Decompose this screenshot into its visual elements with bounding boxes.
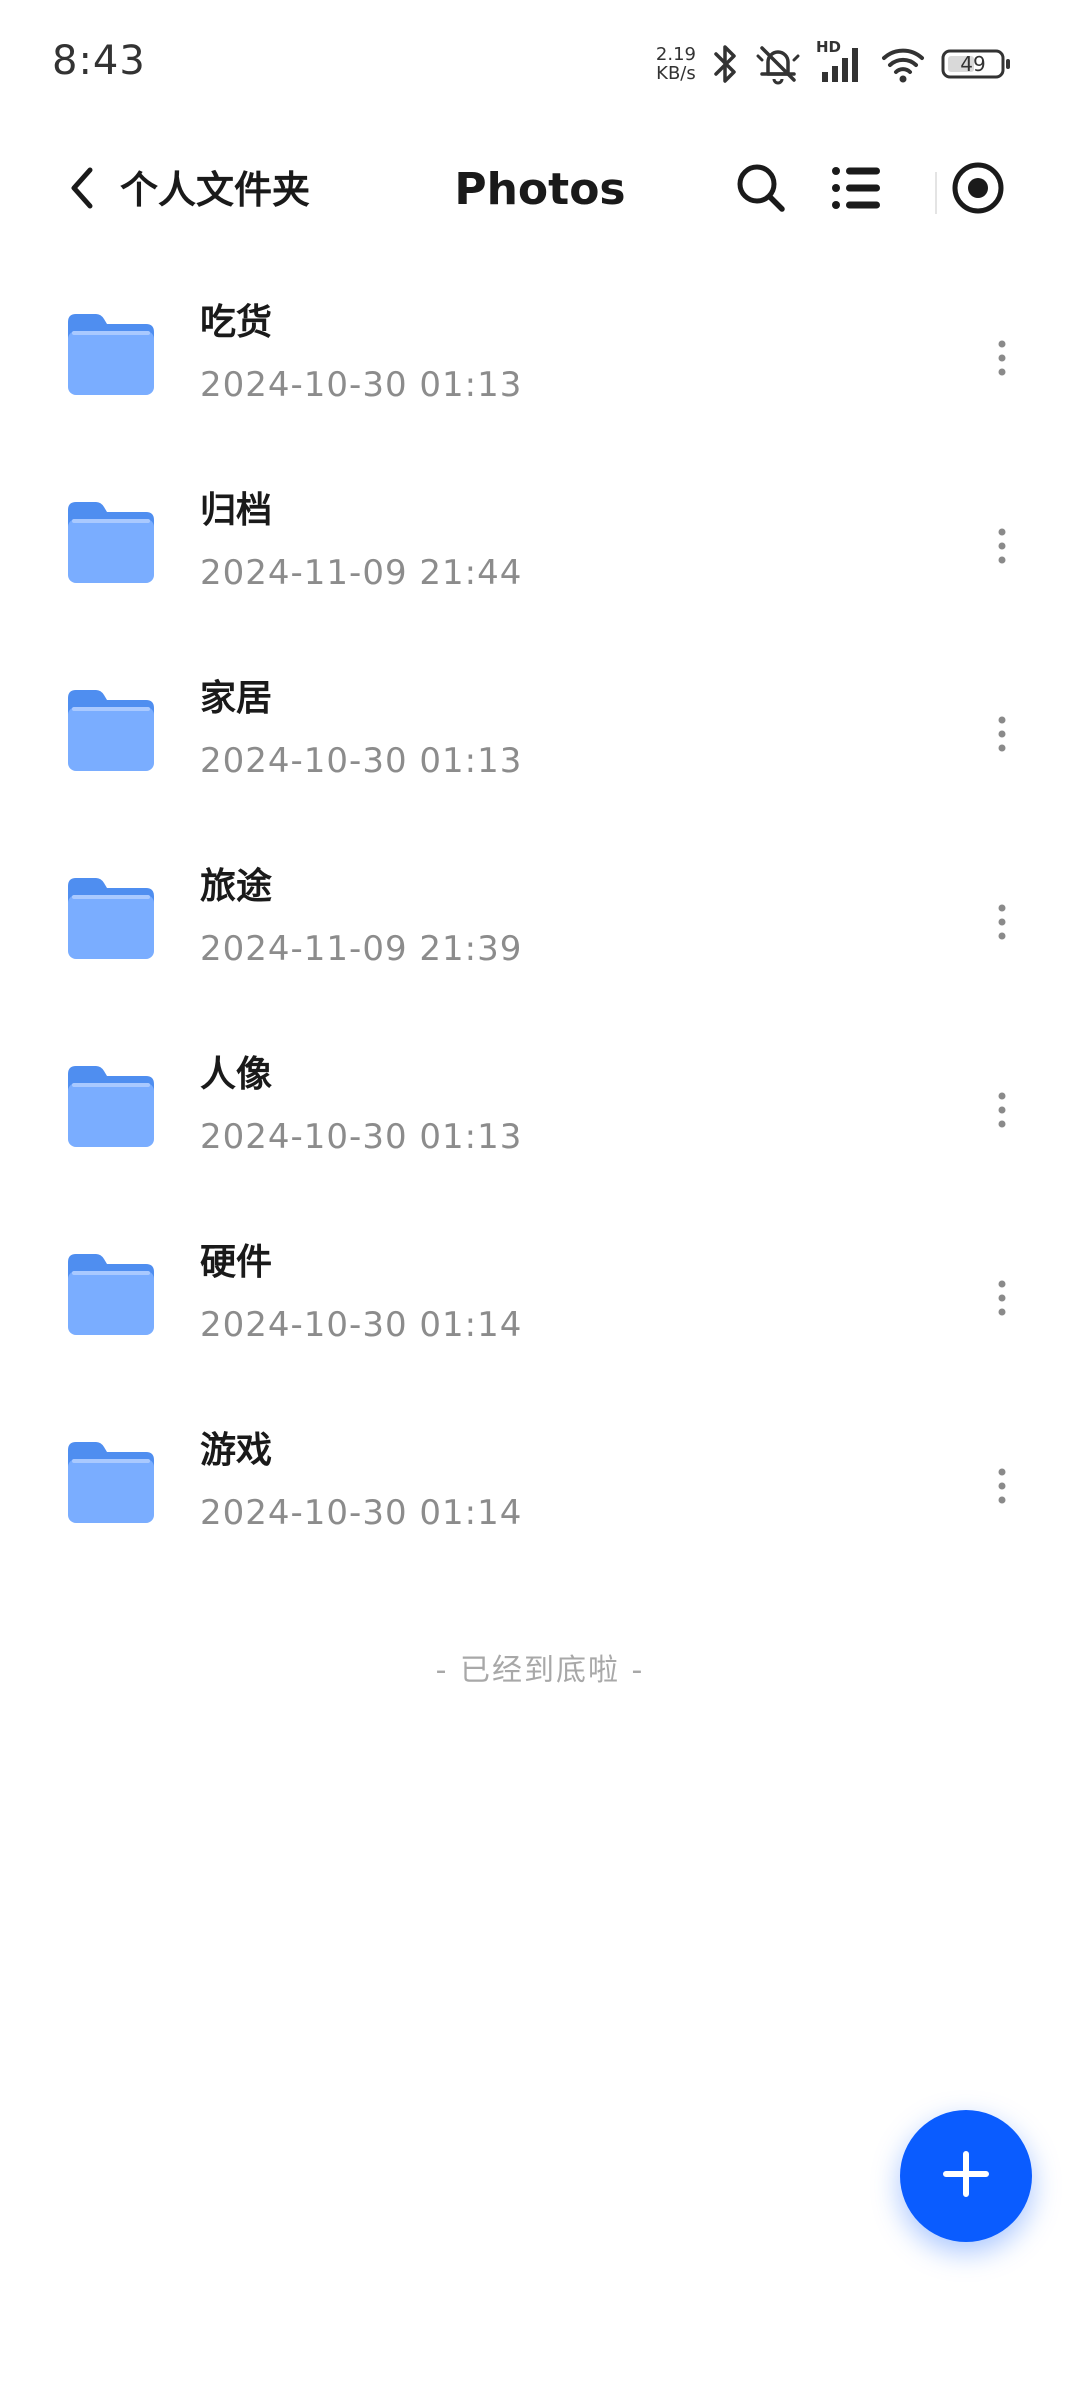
list-item[interactable]: 吃货 2024-10-30 01:13 <box>0 270 1080 458</box>
folder-date: 2024-10-30 01:13 <box>200 1117 523 1157</box>
folder-icon <box>64 1438 156 1528</box>
record-icon <box>950 160 1006 220</box>
search-icon <box>733 160 789 220</box>
more-vertical-icon <box>996 338 1008 382</box>
folder-date: 2024-10-30 01:13 <box>200 741 523 781</box>
folder-date: 2024-10-30 01:14 <box>200 1305 523 1345</box>
breadcrumb[interactable]: 个人文件夹 <box>120 160 310 220</box>
back-button[interactable] <box>52 148 112 232</box>
more-vertical-icon <box>996 526 1008 570</box>
list-item[interactable]: 人像 2024-10-30 01:13 <box>0 1022 1080 1210</box>
more-button[interactable] <box>972 1260 1032 1340</box>
more-button[interactable] <box>972 1072 1032 1152</box>
wifi-icon <box>880 42 926 86</box>
folder-name: 人像 <box>200 1054 273 1095</box>
folder-date: 2024-11-09 21:39 <box>200 929 523 969</box>
status-time: 8:43 <box>52 38 146 84</box>
folder-name: 旅途 <box>200 866 273 907</box>
list-item[interactable]: 归档 2024-11-09 21:44 <box>0 458 1080 646</box>
battery-level: 49 <box>960 52 986 76</box>
more-vertical-icon <box>996 714 1008 758</box>
folder-name: 硬件 <box>200 1242 273 1283</box>
folder-icon <box>64 498 156 588</box>
status-icons: 2.19 KB/s HD 49 <box>656 36 1012 92</box>
plus-icon <box>938 2146 994 2206</box>
list-item[interactable]: 旅途 2024-11-09 21:39 <box>0 834 1080 1022</box>
net-speed-unit: KB/s <box>656 63 696 84</box>
more-button[interactable] <box>972 696 1032 776</box>
list-item[interactable]: 游戏 2024-10-30 01:14 <box>0 1398 1080 1586</box>
more-vertical-icon <box>996 1466 1008 1510</box>
folder-name: 吃货 <box>200 302 273 343</box>
folder-name: 归档 <box>200 490 273 531</box>
folder-icon <box>64 874 156 964</box>
net-speed-indicator: 2.19 KB/s <box>656 45 696 83</box>
list-item[interactable]: 硬件 2024-10-30 01:14 <box>0 1210 1080 1398</box>
list-view-icon <box>828 162 884 218</box>
chevron-left-icon <box>66 164 98 216</box>
more-button[interactable] <box>972 1448 1032 1528</box>
folder-icon <box>64 686 156 776</box>
folder-list: 吃货 2024-10-30 01:13 归档 2024-11-09 21:44 … <box>0 270 1080 1586</box>
folder-date: 2024-10-30 01:13 <box>200 365 523 405</box>
folder-date: 2024-11-09 21:44 <box>200 553 523 593</box>
folder-date: 2024-10-30 01:14 <box>200 1493 523 1533</box>
record-button[interactable] <box>942 154 1014 226</box>
net-speed-value: 2.19 <box>655 44 696 65</box>
add-button[interactable] <box>900 2110 1032 2242</box>
folder-name: 游戏 <box>200 1430 273 1471</box>
more-vertical-icon <box>996 1090 1008 1134</box>
folder-icon <box>64 1062 156 1152</box>
battery-icon: 49 <box>940 46 1012 82</box>
folder-icon <box>64 310 156 400</box>
folder-icon <box>64 1250 156 1340</box>
mute-bell-icon <box>754 42 802 86</box>
header-divider <box>935 172 937 214</box>
bluetooth-icon <box>710 42 740 86</box>
folder-name: 家居 <box>200 678 273 719</box>
more-button[interactable] <box>972 884 1032 964</box>
more-button[interactable] <box>972 508 1032 588</box>
search-button[interactable] <box>725 154 797 226</box>
more-vertical-icon <box>996 1278 1008 1322</box>
signal-icon: HD <box>816 38 866 86</box>
end-of-list-text: - 已经到底啦 - <box>435 1653 645 1688</box>
list-item[interactable]: 家居 2024-10-30 01:13 <box>0 646 1080 834</box>
list-view-button[interactable] <box>820 154 892 226</box>
status-bar: 8:43 2.19 KB/s HD 49 <box>0 0 1080 130</box>
hd-label: HD <box>816 38 842 56</box>
file-manager-screen: 8:43 2.19 KB/s HD 49 个人文件夹 Photos 吃货 202… <box>0 0 1080 2400</box>
header: 个人文件夹 Photos <box>0 130 1080 250</box>
more-vertical-icon <box>996 902 1008 946</box>
more-button[interactable] <box>972 320 1032 400</box>
